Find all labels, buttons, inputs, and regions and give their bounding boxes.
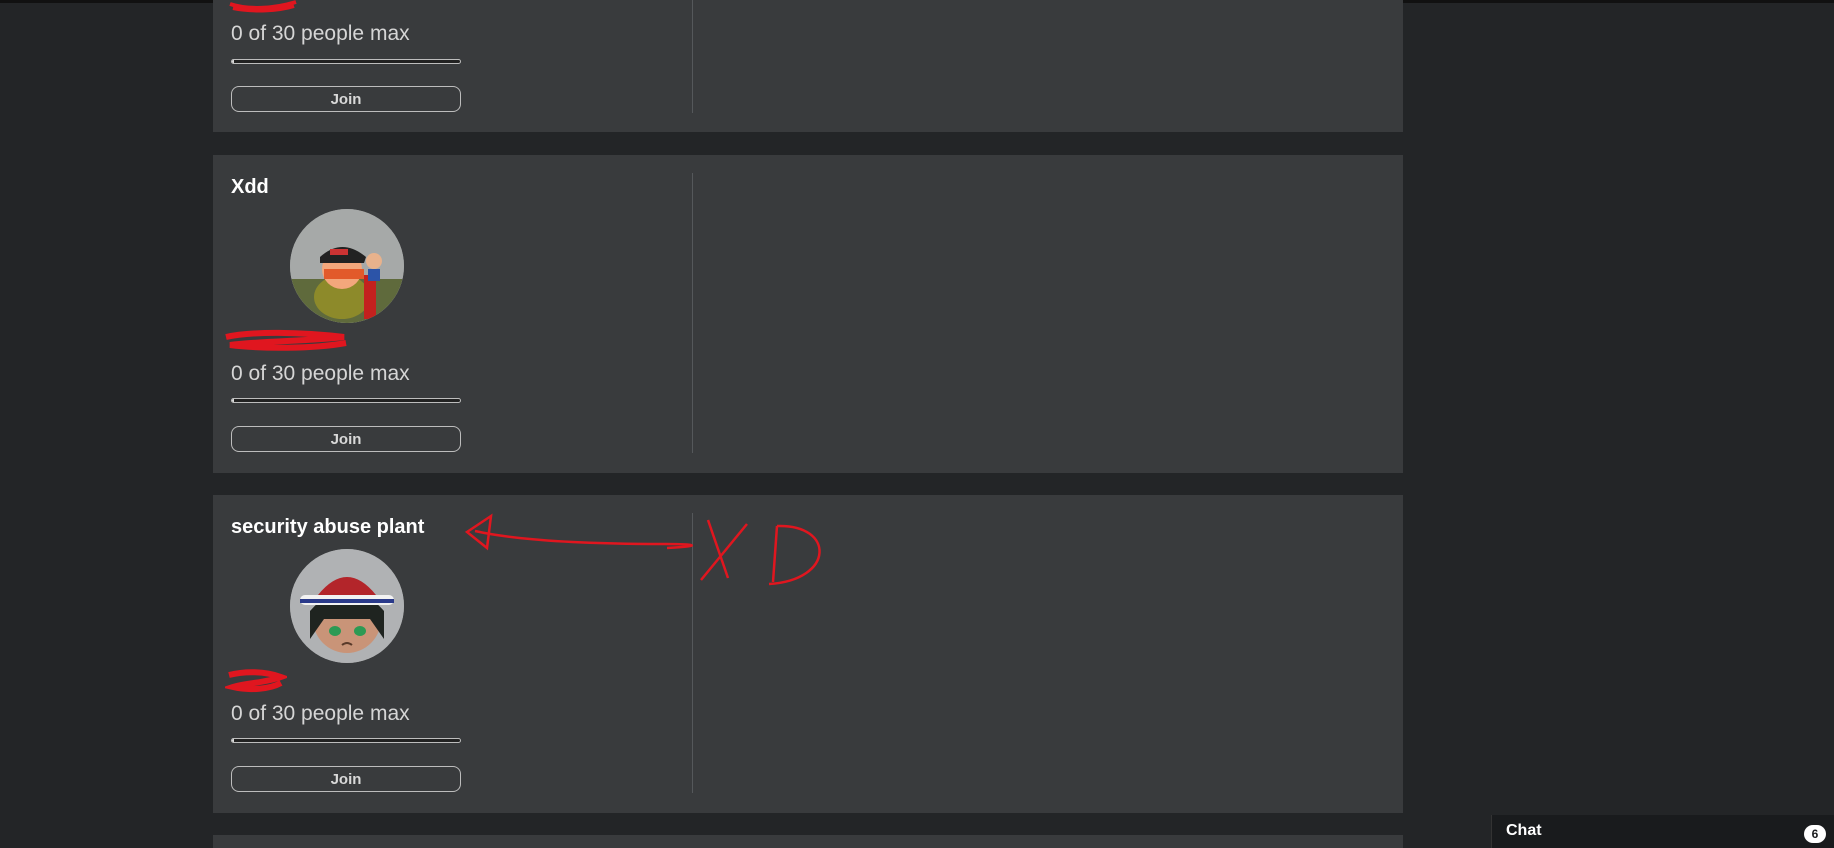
- card-divider: [692, 0, 693, 113]
- capacity-bar-fill: [232, 399, 234, 402]
- join-button[interactable]: Join: [231, 86, 461, 112]
- chat-unread-badge: 6: [1804, 825, 1826, 843]
- capacity-text: 0 of 30 people max: [231, 702, 410, 725]
- annotation-arrow: XD: [455, 500, 821, 586]
- chat-label: Chat: [1506, 822, 1542, 839]
- capacity-bar-fill: [232, 60, 234, 63]
- redacted-owner-name: [229, 0, 297, 13]
- server-card: [213, 0, 1403, 132]
- owner-avatar[interactable]: [290, 549, 404, 663]
- capacity-bar: [231, 398, 461, 403]
- annotation-text: XD: [455, 500, 457, 501]
- join-button[interactable]: Join: [231, 766, 461, 792]
- capacity-bar-fill: [232, 739, 234, 742]
- avatar-image: [290, 209, 404, 323]
- chat-bar[interactable]: Chat 6: [1491, 815, 1834, 848]
- capacity-text: 0 of 30 people max: [231, 362, 410, 385]
- card-divider: [692, 173, 693, 453]
- capacity-bar: [231, 738, 461, 743]
- redacted-owner-name: [225, 669, 287, 693]
- join-button[interactable]: Join: [231, 426, 461, 452]
- server-title: Xdd: [231, 176, 269, 198]
- capacity-text: 0 of 30 people max: [231, 22, 410, 45]
- capacity-bar: [231, 59, 461, 64]
- redacted-owner-name: [225, 329, 347, 351]
- server-card: [213, 835, 1403, 848]
- avatar-image: [290, 549, 404, 663]
- server-title: security abuse plant: [231, 516, 425, 538]
- owner-avatar[interactable]: [290, 209, 404, 323]
